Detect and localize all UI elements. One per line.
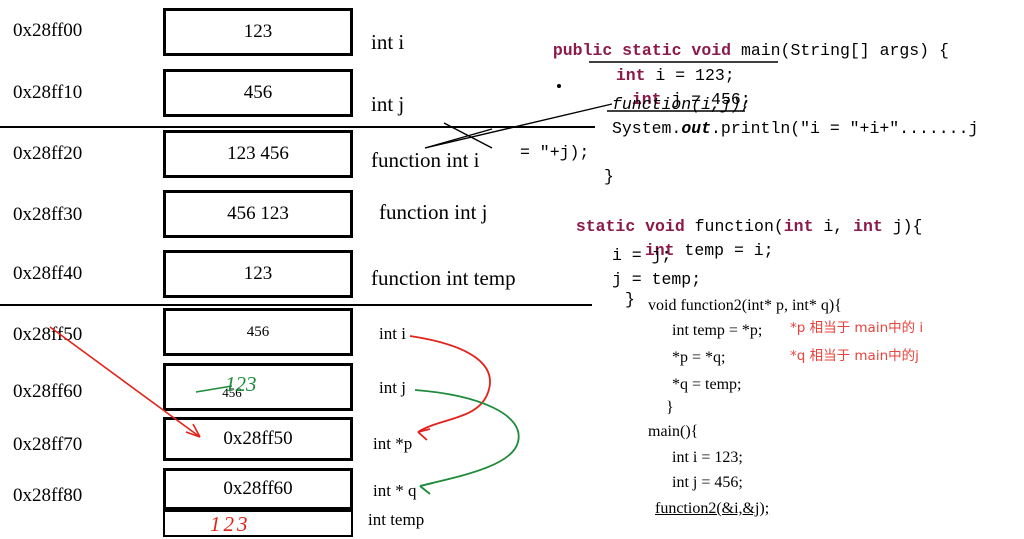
- memory-cell-7: 456: [163, 363, 353, 411]
- code-line-7: }: [604, 167, 614, 186]
- cpp-line-2: int temp = *p;: [672, 322, 763, 339]
- cpp-line-9: function2(&i,&j);: [655, 500, 770, 517]
- ink-annotation-123-row6: 123: [225, 372, 257, 396]
- code-keyword-int-4: int: [853, 217, 883, 236]
- memory-cell-5: 123: [163, 250, 353, 298]
- cpp-line-3: *p = *q;: [672, 349, 726, 366]
- cpp-line-1: void function2(int* p, int* q){: [648, 297, 842, 314]
- memory-cell-3-value-a: 123 456: [227, 143, 289, 164]
- cell-label-3: function int i: [371, 148, 480, 172]
- code-line-8-tail: j){: [882, 217, 923, 236]
- cell-label-6: int i: [379, 324, 406, 343]
- memory-cell-6: 456: [163, 308, 353, 356]
- address-label-2: 0x28ff10: [13, 82, 83, 103]
- code-line-6: = "+j);: [520, 143, 590, 162]
- memory-cell-10: [163, 510, 353, 537]
- memory-cell-2: 456: [163, 69, 353, 117]
- address-label-3: 0x28ff20: [13, 143, 83, 164]
- cell-label-9: int * q: [373, 481, 417, 500]
- memory-cell-4: 456 123: [163, 190, 353, 238]
- cpp-line-5: }: [666, 399, 674, 416]
- address-label-7: 0x28ff60: [13, 381, 83, 402]
- address-label-4: 0x28ff30: [13, 204, 83, 225]
- memory-cell-6-value: 456: [246, 323, 270, 340]
- code-line-5: System.out.println("i = "+i+".......j: [612, 119, 979, 138]
- note-q-annotation: *q 相当于 main中的j: [790, 348, 919, 364]
- cpp-line-6: main(){: [648, 423, 699, 440]
- cell-label-8: int *p: [373, 434, 413, 453]
- note-p-annotation: *p 相当于 main中的 i: [790, 320, 924, 336]
- address-label-6: 0x28ff50: [13, 324, 83, 345]
- cell-label-7: int j: [379, 378, 406, 397]
- address-label-1: 0x28ff00: [13, 20, 83, 41]
- ink-annotation-123-row10: 123: [210, 512, 251, 536]
- code-line-8-mid: i,: [813, 217, 854, 236]
- memory-cell-3: 123 456: [163, 130, 353, 178]
- cpp-line-7: int i = 123;: [672, 449, 743, 466]
- cell-label-10: int temp: [368, 510, 425, 529]
- address-label-8: 0x28ff70: [13, 434, 83, 455]
- code-line-4: function(i,j);: [612, 95, 751, 114]
- cell-label-1: int i: [371, 30, 405, 54]
- code-line-12: }: [625, 290, 635, 309]
- address-label-5: 0x28ff40: [13, 263, 83, 284]
- memory-cell-1: 123: [163, 8, 353, 56]
- cpp-line-8: int j = 456;: [672, 474, 743, 491]
- cell-label-5: function int temp: [371, 266, 516, 290]
- code-line-9-rest: temp = i;: [674, 241, 774, 260]
- cell-label-4: function int j: [379, 200, 488, 224]
- cell-label-2: int j: [371, 92, 405, 116]
- code-keyword-int-3: int: [783, 217, 814, 236]
- code-line-11: j = temp;: [612, 270, 702, 289]
- code-line-1-rest: main(String[] args) {: [731, 41, 949, 60]
- cpp-line-4: *q = temp;: [672, 376, 742, 393]
- memory-cell-9: 0x28ff60: [163, 468, 353, 510]
- address-label-9: 0x28ff80: [13, 485, 83, 506]
- code-line-10: i = j;: [612, 246, 672, 265]
- memory-cell-8: 0x28ff50: [163, 417, 353, 461]
